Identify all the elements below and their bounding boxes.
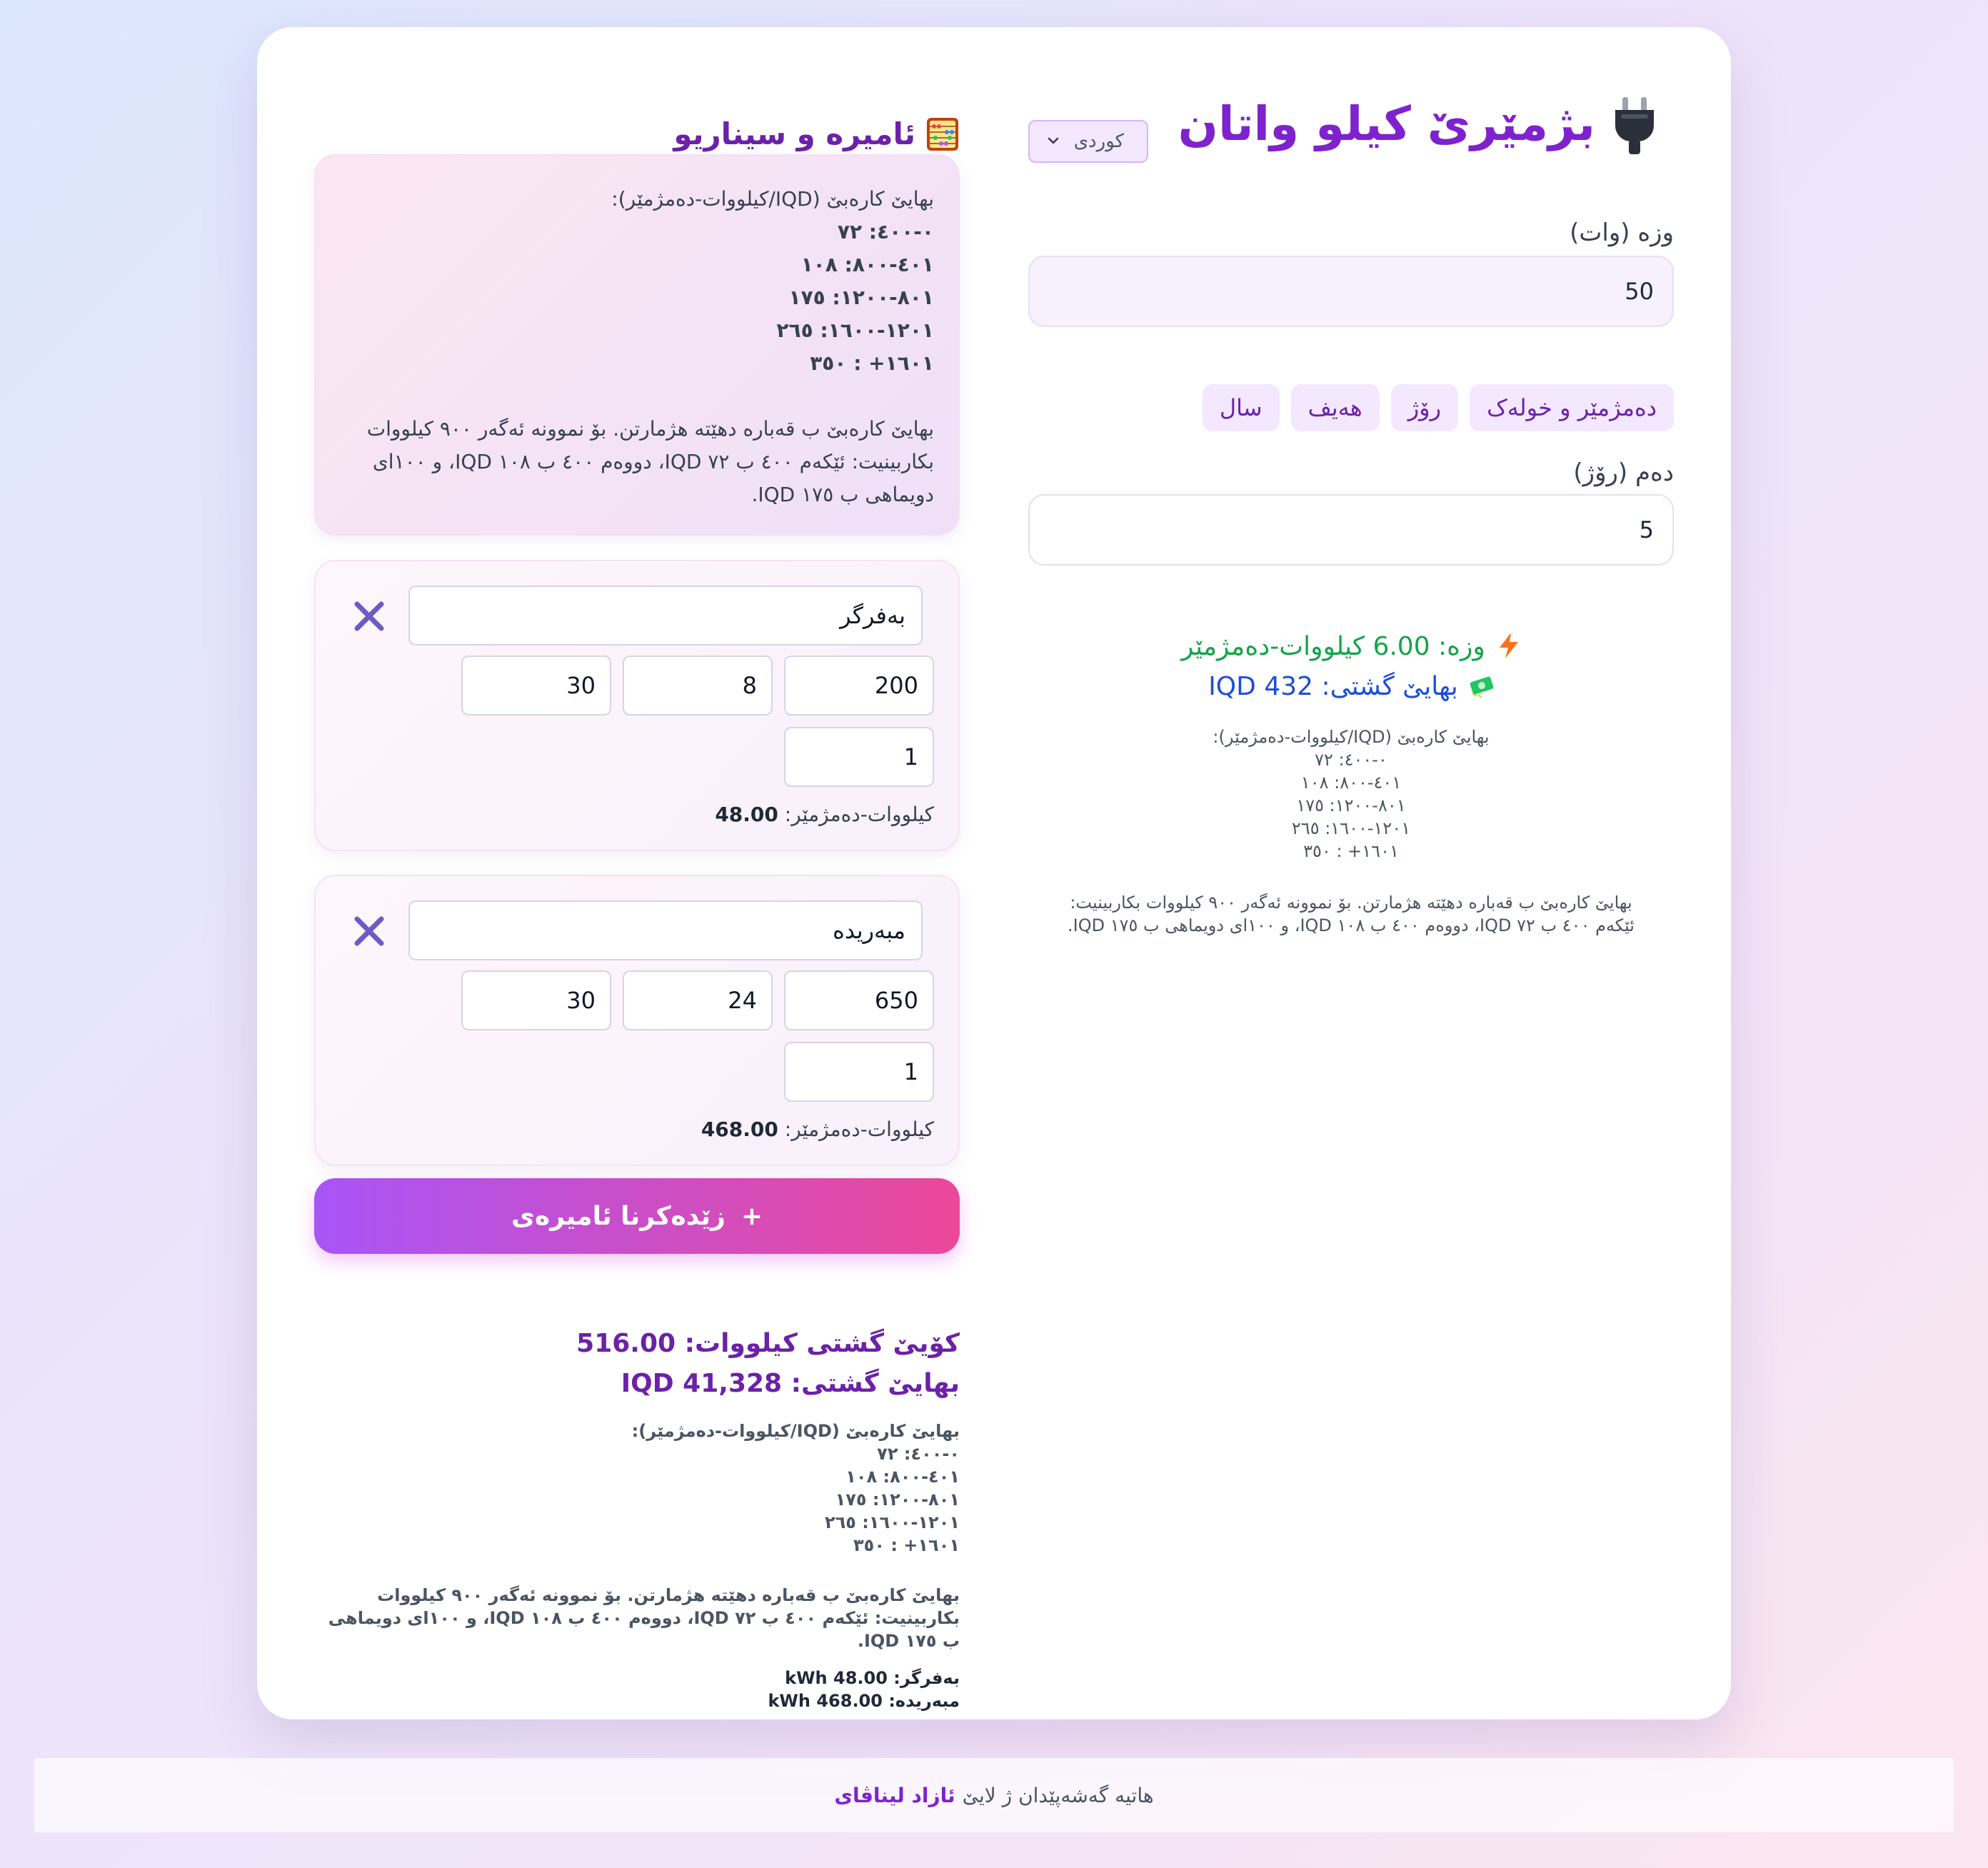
add-appliance-label: زێدەکرنا ئامیرەی xyxy=(511,1201,726,1231)
appliance-kwh-value: 48.00 xyxy=(715,803,778,826)
app-title: بژمێرێ کیلو واتان xyxy=(1178,96,1595,151)
tariff-line: ٠-٤٠٠: ٧٢ xyxy=(837,220,934,243)
footer: هاتیە گەشەپێدان ژ لایێ ئازاد لیناڤای xyxy=(34,1758,1954,1832)
tariff-line: ١٢٠١-١٦٠٠: ٢٦٥ xyxy=(824,1512,960,1532)
abacus-icon xyxy=(927,118,958,151)
tariff-line: ٠-٤٠٠: ٧٢ xyxy=(877,1444,960,1464)
footer-text: هاتیە گەشەپێدان ژ لایێ xyxy=(962,1783,1154,1807)
language-select[interactable]: کوردی xyxy=(1028,120,1148,163)
appliance-name-input[interactable]: بەفرگر xyxy=(408,586,923,646)
power-label: وزە (وات) xyxy=(1570,219,1674,247)
lightning-icon xyxy=(1499,633,1518,658)
tariff-line: بهایێ کارەبێ (IQD/کیلووات-دەمژمێر): xyxy=(1213,727,1490,747)
period-month-button[interactable]: هەیف xyxy=(1290,384,1380,431)
summary-item: بەفرگر: 48.00 kWh xyxy=(314,1667,960,1689)
tariff-line: ٤٠١-٨٠٠: ١٠٨ xyxy=(800,253,934,276)
summary-item-value: 468.00 kWh xyxy=(768,1691,883,1711)
total-kwh: کۆیێ گشتی کیلووات: 516.00 xyxy=(576,1329,960,1358)
result-cost: بهایێ گشتی: 432 IQD xyxy=(1208,672,1458,701)
appliance-quantity-input[interactable]: 1 xyxy=(784,1042,934,1102)
result-cost-line: بهایێ گشتی: 432 IQD xyxy=(1028,667,1674,707)
summary-item-name: بەفرگر: xyxy=(893,1668,960,1688)
calculator-panel: بژمێرێ کیلو واتان کوردی وزە (وات) 50 دەم… xyxy=(1028,27,1674,1027)
appliances-header: ئامیرە و سیناریو xyxy=(673,113,960,156)
appliance-kwh: کیلووات-دەمژمێر: 468.00 xyxy=(701,1118,934,1141)
tariff-line: بهایێ کارەبێ (IQD/کیلووات-دەمژمێر): xyxy=(611,187,934,211)
tariff-line: ٨٠١-١٢٠٠: ١٧٥ xyxy=(835,1490,960,1510)
period-day-button[interactable]: رۆژ xyxy=(1390,384,1459,431)
appliance-kwh-value: 468.00 xyxy=(701,1118,778,1141)
result-energy: وزە: 6.00 کیلووات-دەمژمێر xyxy=(1181,632,1485,661)
appliances-title: ئامیرە و سیناریو xyxy=(673,116,915,151)
chevron-down-icon xyxy=(1048,137,1059,144)
plug-icon xyxy=(1615,97,1654,154)
main-card: بژمێرێ کیلو واتان کوردی وزە (وات) 50 دەم… xyxy=(257,27,1731,1719)
appliances-panel: ئامیرە و سیناریو بهایێ کارەبێ (IQD/کیلوو… xyxy=(314,27,960,1719)
summary-item: مبەریدە: 468.00 kWh xyxy=(314,1689,960,1712)
summary-items: بەفرگر: 48.00 kWh مبەریدە: 468.00 kWh xyxy=(314,1667,960,1712)
calculator-tariff-list: بهایێ کارەبێ (IQD/کیلووات-دەمژمێر): ٠-٤٠… xyxy=(1028,725,1674,863)
tariff-line: ١٦٠١+ : ٣٥٠ xyxy=(853,1535,960,1555)
appliance-quantity-input[interactable]: 1 xyxy=(784,727,934,787)
footer-author-link[interactable]: ئازاد لیناڤای xyxy=(834,1784,955,1807)
money-icon xyxy=(1470,676,1494,698)
summary-tariff-list: بهایێ کارەبێ (IQD/کیلووات-دەمژمێر): ٠-٤٠… xyxy=(314,1420,960,1557)
calculator-result: وزە: 6.00 کیلووات-دەمژمێر بهایێ گشتی: 43… xyxy=(1028,627,1674,937)
tariff-note: بهایێ کارەبێ ب قەباره دهێتە هژمارتن. بۆ … xyxy=(366,417,934,506)
tariff-line: ١٢٠١-١٦٠٠: ٢٦٥ xyxy=(776,318,934,342)
tariff-line: بهایێ کارەبێ (IQD/کیلووات-دەمژمێر): xyxy=(631,1421,960,1441)
appliance-hours-input[interactable]: 24 xyxy=(623,970,773,1030)
appliance-days-input[interactable]: 30 xyxy=(461,656,611,715)
tariff-line: ٠-٤٠٠: ٧٢ xyxy=(1315,750,1387,770)
appliance-watts-input[interactable]: 200 xyxy=(784,656,934,715)
language-select-value: کوردی xyxy=(1073,131,1124,152)
result-energy-line: وزە: 6.00 کیلووات-دەمژمێر xyxy=(1028,627,1674,667)
tariff-line: ١٦٠١+ : ٣٥٠ xyxy=(1303,841,1399,861)
summary-tariff-note: بهایێ کارەبێ ب قەباره دهێتە هژمارتن. بۆ … xyxy=(328,1585,960,1651)
header: بژمێرێ کیلو واتان کوردی xyxy=(1028,89,1674,163)
add-appliance-button[interactable]: + زێدەکرنا ئامیرەی xyxy=(314,1178,960,1254)
appliance-hours-input[interactable]: 8 xyxy=(623,656,773,715)
duration-label: دەم (رۆژ) xyxy=(1573,458,1674,487)
period-year-button[interactable]: سال xyxy=(1202,384,1280,431)
tariff-info-box: بهایێ کارەبێ (IQD/کیلووات-دەمژمێر): ٠-٤٠… xyxy=(314,154,960,536)
tariff-line: ٨٠١-١٢٠٠: ١٧٥ xyxy=(788,286,935,309)
period-selector: دەمژمێر و خولەک رۆژ هەیف سال xyxy=(1202,384,1674,431)
tariff-line: ١٢٠١-١٦٠٠: ٢٦٥ xyxy=(1291,818,1411,838)
close-icon[interactable] xyxy=(351,598,387,634)
period-hours-minutes-button[interactable]: دەمژمێر و خولەک xyxy=(1470,384,1674,431)
tariff-line: ٤٠١-٨٠٠: ١٠٨ xyxy=(845,1467,960,1487)
plus-icon: + xyxy=(741,1201,763,1231)
appliance-card: مبەریدە 650 24 30 1 کیلووات-دەمژمێر: 468… xyxy=(314,875,960,1166)
appliance-name-input[interactable]: مبەریدە xyxy=(408,900,923,960)
summary-item-value: 48.00 kWh xyxy=(785,1668,888,1688)
appliance-card: بەفرگر 200 8 30 1 کیلووات-دەمژمێر: 48.00 xyxy=(314,560,960,851)
summary-item-name: مبەریدە: xyxy=(888,1691,960,1711)
calculator-tariff-note: بهایێ کارەبێ ب قەباره دهێتە هژمارتن. بۆ … xyxy=(1068,893,1635,935)
appliance-kwh-label: کیلووات-دەمژمێر: xyxy=(784,803,934,826)
tariff-line: ٤٠١-٨٠٠: ١٠٨ xyxy=(1300,773,1402,793)
appliances-summary: کۆیێ گشتی کیلووات: 516.00 بهایێ گشتی: IQ… xyxy=(314,1324,960,1712)
duration-input[interactable]: 5 xyxy=(1028,494,1674,566)
appliance-watts-input[interactable]: 650 xyxy=(784,970,934,1030)
close-icon[interactable] xyxy=(351,913,387,949)
tariff-line: ٨٠١-١٢٠٠: ١٧٥ xyxy=(1296,795,1406,815)
appliance-kwh: کیلووات-دەمژمێر: 48.00 xyxy=(715,803,934,826)
total-cost: بهایێ گشتی: IQD 41,328 xyxy=(621,1369,960,1398)
power-input[interactable]: 50 xyxy=(1028,256,1674,327)
appliance-days-input[interactable]: 30 xyxy=(461,970,611,1030)
tariff-line: ١٦٠١+ : ٣٥٠ xyxy=(810,351,934,375)
appliance-kwh-label: کیلووات-دەمژمێر: xyxy=(784,1118,934,1141)
